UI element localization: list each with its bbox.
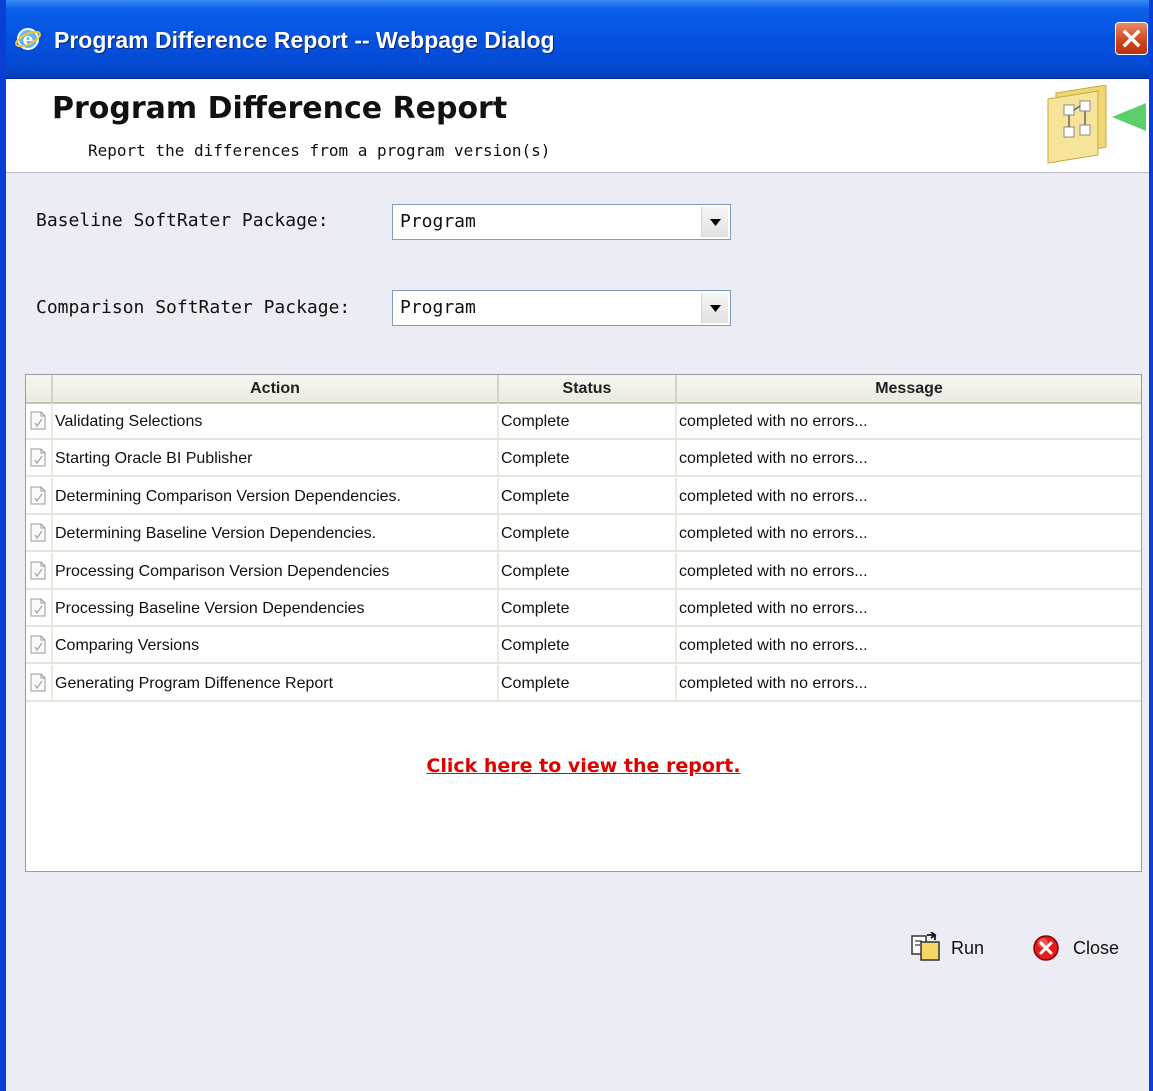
baseline-package-select[interactable]: Program [392, 204, 731, 240]
row-status: Complete [499, 664, 677, 700]
row-message: completed with no errors... [679, 674, 868, 692]
table-row[interactable]: Comparing Versions Complete completed with… [26, 627, 1141, 665]
page-title: Program Difference Report [52, 91, 508, 126]
table-row[interactable]: Validating Selections Complete completed w… [26, 403, 1141, 440]
row-status: Complete [499, 590, 677, 625]
row-action: Determining Comparison Version Dependenc… [53, 477, 499, 513]
row-message: completed with no errors... [679, 637, 868, 655]
close-button[interactable]: Close [1032, 930, 1132, 966]
comparison-package-label: Comparison SoftRater Package: [36, 297, 351, 318]
row-status: Complete [499, 403, 677, 438]
row-status: Complete [499, 440, 677, 476]
document-icon [30, 598, 46, 617]
run-icon [911, 932, 940, 961]
page-header: Program Difference Report Report the dif… [6, 79, 1149, 173]
document-icon [30, 523, 46, 542]
run-button[interactable]: Run [910, 930, 990, 966]
baseline-package-value: Program [400, 211, 476, 232]
row-action: Generating Program Diffenence Report [53, 664, 499, 700]
row-message: completed with no errors... [679, 487, 868, 505]
column-header-status[interactable]: Status [499, 375, 677, 402]
chevron-down-icon [710, 219, 721, 226]
row-status: Complete [499, 515, 677, 551]
column-header-icon [26, 375, 53, 402]
table-row[interactable]: Starting Oracle BI Publisher Complete comp… [26, 440, 1141, 478]
baseline-package-label: Baseline SoftRater Package: [36, 210, 329, 231]
document-icon [30, 673, 46, 692]
window-title: Program Difference Report -- Webpage Dia… [54, 27, 555, 53]
row-action: Processing Baseline Version Dependencies [53, 590, 499, 625]
window-frame-right [1149, 0, 1153, 1091]
row-action: Validating Selections [53, 403, 499, 438]
comparison-package-select[interactable]: Program [392, 290, 731, 326]
column-header-message[interactable]: Message [677, 375, 1141, 402]
close-button-label: Close [1073, 938, 1120, 958]
page-subtitle: Report the differences from a program ve… [88, 141, 551, 160]
progress-table-panel: Action Status Message Validating Selecti… [25, 374, 1142, 872]
title-bar[interactable]: e Program Difference Report -- Webpage D… [0, 0, 1153, 79]
row-action: Processing Comparison Version Dependenci… [53, 552, 499, 588]
table-header: Action Status Message [26, 375, 1141, 404]
baseline-dropdown-button[interactable] [701, 207, 728, 237]
document-icon [30, 486, 46, 505]
row-icon-cell [26, 440, 53, 476]
close-circle-icon [1033, 935, 1059, 961]
row-message: completed with no errors... [679, 450, 868, 468]
row-status: Complete [499, 627, 677, 663]
chevron-down-icon [710, 305, 721, 312]
document-icon [30, 448, 46, 467]
row-icon-cell [26, 403, 53, 438]
comparison-package-value: Program [400, 297, 476, 318]
document-icon [30, 635, 46, 654]
table-row[interactable]: Processing Baseline Version Dependencies… [26, 590, 1141, 627]
row-status: Complete [499, 552, 677, 588]
table-row[interactable]: Determining Baseline Version Dependencie… [26, 515, 1141, 553]
row-message: completed with no errors... [679, 525, 868, 543]
row-action: Starting Oracle BI Publisher [53, 440, 499, 476]
row-icon-cell [26, 552, 53, 588]
row-message: completed with no errors... [679, 413, 868, 430]
report-graphic-icon [1042, 84, 1149, 169]
view-report-link[interactable]: Click here to view the report. [26, 755, 1141, 777]
table-row[interactable]: Processing Comparison Version Dependenci… [26, 552, 1141, 590]
table-row[interactable]: Determining Comparison Version Dependenc… [26, 477, 1141, 515]
row-action: Comparing Versions [53, 627, 499, 663]
ie-icon: e [14, 24, 42, 52]
row-message: completed with no errors... [679, 562, 868, 580]
row-status: Complete [499, 477, 677, 513]
column-header-action[interactable]: Action [53, 375, 499, 402]
table-row[interactable]: Generating Program Diffenence Report Comp… [26, 664, 1141, 702]
run-button-label: Run [951, 938, 985, 958]
window-close-button[interactable] [1115, 22, 1148, 55]
document-icon [30, 561, 46, 580]
close-x-icon [1122, 29, 1141, 48]
row-icon-cell [26, 515, 53, 551]
row-icon-cell [26, 590, 53, 625]
row-message: completed with no errors... [679, 600, 868, 617]
comparison-dropdown-button[interactable] [701, 293, 728, 323]
row-action: Determining Baseline Version Dependencie… [53, 515, 499, 551]
row-icon-cell [26, 664, 53, 700]
row-icon-cell [26, 477, 53, 513]
row-icon-cell [26, 627, 53, 663]
document-icon [30, 411, 46, 430]
